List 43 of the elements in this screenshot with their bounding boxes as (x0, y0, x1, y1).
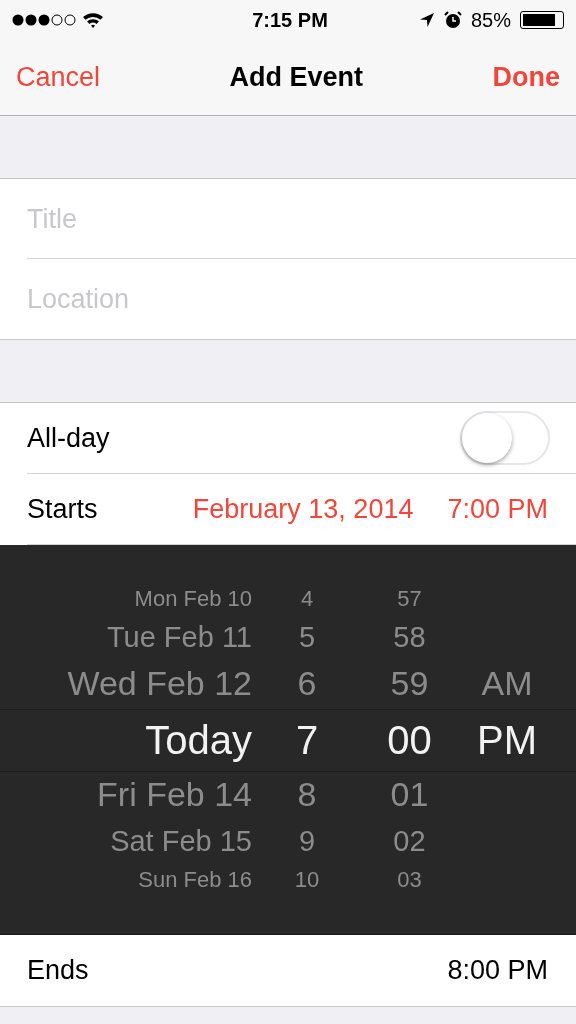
picker-item[interactable]: Sun Feb 16 (138, 867, 252, 893)
picker-item[interactable]: 6 (297, 665, 317, 703)
alarm-clock-icon (443, 11, 462, 29)
status-time: 7:15 PM (252, 8, 328, 32)
wifi-icon (82, 12, 104, 28)
picker-item[interactable]: 5 (298, 621, 316, 654)
picker-item[interactable]: 7 (295, 717, 319, 762)
date-picker[interactable]: Mon Feb 10 Tue Feb 11 Wed Feb 12 Today Fri Feb 14 Sat Feb 15 Sun Feb 16 4 5 6 7 8 9 10 57 58 59 00 01 02 03 AM PM (0, 545, 576, 935)
row-label: Starts (27, 493, 98, 525)
row-label: All-day (27, 422, 110, 454)
toggle-switch[interactable] (460, 411, 550, 465)
picker-item[interactable]: Today (145, 717, 252, 762)
nav-title: Add Event (229, 62, 364, 93)
picker-item[interactable]: 8 (297, 776, 317, 814)
input-field[interactable]: Location (0, 259, 576, 339)
picker-item[interactable]: Mon Feb 10 (134, 586, 252, 612)
picker-item[interactable]: 01 (390, 776, 429, 814)
picker-item[interactable]: 59 (390, 665, 429, 703)
signal-icon (12, 13, 76, 27)
picker-item[interactable]: PM (477, 717, 537, 762)
picker-item[interactable]: 02 (393, 825, 426, 858)
picker-item[interactable]: 57 (397, 586, 422, 612)
input-field[interactable]: Title (0, 179, 576, 259)
picker-item[interactable]: 4 (300, 586, 314, 612)
done-button[interactable]: Done (490, 58, 562, 97)
picker-item[interactable]: 00 (387, 717, 432, 762)
picker-item[interactable]: 9 (298, 825, 316, 858)
picker-item[interactable]: Fri Feb 14 (97, 776, 252, 814)
location-arrow-icon (418, 12, 435, 28)
battery-percentage: 85% (470, 8, 511, 32)
picker-item[interactable]: Tue Feb 11 (106, 621, 252, 654)
picker-item[interactable]: 03 (397, 867, 422, 893)
cancel-button[interactable]: Cancel (14, 58, 103, 97)
picker-item[interactable]: AM (481, 665, 533, 703)
end-time[interactable]: 8:00 PM (447, 955, 548, 986)
start-date[interactable]: February 13, 2014 (192, 493, 414, 525)
picker-item[interactable]: 58 (393, 621, 426, 654)
row-label: Ends (27, 955, 89, 986)
picker-item[interactable]: Wed Feb 12 (67, 665, 252, 703)
picker-item[interactable]: Sat Feb 15 (110, 825, 252, 858)
start-time[interactable]: 7:00 PM (447, 493, 548, 525)
picker-item[interactable]: 10 (294, 867, 320, 893)
battery-icon (520, 11, 564, 29)
